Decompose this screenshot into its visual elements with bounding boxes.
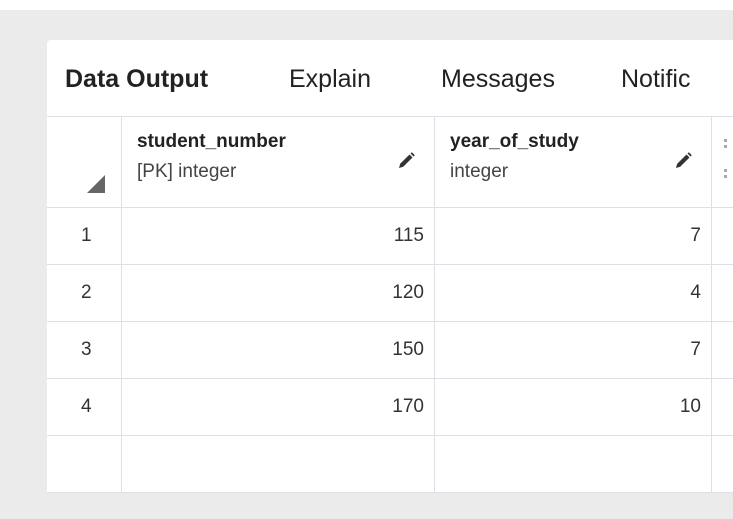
results-tab-bar: Data Output Explain Messages Notific [47, 40, 733, 116]
table-row[interactable]: 2 120 4 [47, 265, 733, 322]
row-number-cell[interactable]: 3 [47, 322, 122, 378]
column-name: year_of_study [450, 131, 579, 152]
cell-partial[interactable] [712, 436, 733, 492]
tab-data-output[interactable]: Data Output [65, 65, 208, 94]
cell-year-of-study[interactable]: 7 [435, 208, 712, 264]
cell-partial[interactable] [712, 322, 733, 378]
row-number-cell[interactable]: 1 [47, 208, 122, 264]
clipped-text-fragment [724, 175, 727, 178]
row-number-cell[interactable]: 2 [47, 265, 122, 321]
cell-value: 120 [392, 282, 424, 303]
cell-value: 7 [690, 225, 701, 246]
tab-explain[interactable]: Explain [289, 65, 371, 94]
data-grid: student_number [PK] integer year_of_stud… [47, 116, 733, 519]
cell-value: 7 [690, 339, 701, 360]
cell-student-number[interactable]: 170 [122, 379, 435, 435]
clipped-text-fragment [724, 145, 727, 148]
cell-partial[interactable] [712, 379, 733, 435]
tab-messages[interactable]: Messages [441, 65, 555, 94]
row-number: 3 [81, 339, 92, 360]
grid-footer [47, 493, 733, 519]
table-row[interactable]: 3 150 7 [47, 322, 733, 379]
row-number: 1 [81, 225, 92, 246]
cell-value: 4 [690, 282, 701, 303]
column-name: student_number [137, 131, 286, 152]
cell-student-number[interactable]: 150 [122, 322, 435, 378]
table-row[interactable]: 4 170 10 [47, 379, 733, 436]
column-type: integer [450, 161, 509, 182]
row-number: 2 [81, 282, 92, 303]
grid-header-row: student_number [PK] integer year_of_stud… [47, 117, 733, 208]
cell-value: 150 [392, 339, 424, 360]
cell-partial[interactable] [712, 265, 733, 321]
cell-year-of-study[interactable]: 7 [435, 322, 712, 378]
pencil-icon[interactable] [396, 151, 416, 171]
cell-partial[interactable] [712, 208, 733, 264]
pencil-icon[interactable] [673, 151, 693, 171]
select-all-corner[interactable] [47, 117, 122, 207]
cell-value: 115 [393, 225, 424, 246]
tab-notifications[interactable]: Notific [621, 65, 690, 94]
cell-student-number[interactable]: 120 [122, 265, 435, 321]
query-results-panel: Data Output Explain Messages Notific stu… [47, 40, 733, 519]
row-number-cell[interactable]: 4 [47, 379, 122, 435]
cell-value: 10 [679, 396, 701, 417]
cell-year-of-study[interactable]: 4 [435, 265, 712, 321]
cell-year-of-study[interactable]: 10 [435, 379, 712, 435]
row-number-cell[interactable] [47, 436, 122, 492]
cell-student-number[interactable] [122, 436, 435, 492]
table-row[interactable]: 1 115 7 [47, 208, 733, 265]
column-header-student-number[interactable]: student_number [PK] integer [122, 117, 435, 207]
row-number: 4 [81, 396, 92, 417]
cell-student-number[interactable]: 115 [122, 208, 435, 264]
corner-triangle-icon [87, 175, 105, 193]
clipped-text-fragment [724, 139, 727, 142]
column-header-year-of-study[interactable]: year_of_study integer [435, 117, 712, 207]
column-type: [PK] integer [137, 161, 237, 182]
clipped-text-fragment [724, 169, 727, 172]
cell-year-of-study[interactable] [435, 436, 712, 492]
empty-row[interactable] [47, 436, 733, 493]
column-header-partial[interactable] [712, 117, 733, 207]
cell-value: 170 [392, 396, 424, 417]
window-top-strip [0, 0, 733, 10]
